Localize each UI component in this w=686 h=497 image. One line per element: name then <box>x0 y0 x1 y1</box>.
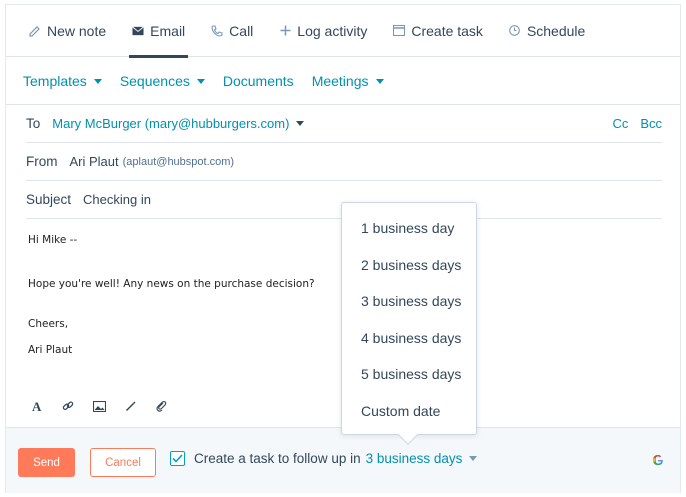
tab-label: Call <box>229 22 254 39</box>
body-signature: Ari Plaut <box>28 344 73 356</box>
to-field: To Mary McBurger (mary@hubburgers.com) C… <box>26 105 662 143</box>
cancel-button[interactable]: Cancel <box>90 448 156 477</box>
dropdown-option[interactable]: 5 business days <box>361 366 461 382</box>
format-toolbar: A <box>30 399 168 413</box>
documents-label: Documents <box>222 73 294 89</box>
cc-bcc-links: Cc Bcc <box>612 116 662 131</box>
recipient-value: Mary McBurger (mary@hubburgers.com) <box>52 116 290 131</box>
follow-up-label: Create a task to follow up in <box>194 451 361 466</box>
dropdown-option[interactable]: 3 business days <box>361 293 461 309</box>
composer-footer: Send Cancel Create a task to follow up i… <box>6 427 680 493</box>
dropdown-option[interactable]: 2 business days <box>361 257 461 273</box>
templates-menu[interactable]: Templates <box>23 73 102 89</box>
sender-email: (aplaut@hubspot.com) <box>122 155 235 168</box>
follow-up-duration-dropdown: 1 business day 2 business days 3 busines… <box>341 202 477 435</box>
pencil-icon <box>29 25 41 37</box>
follow-up-duration-value: 3 business days <box>365 451 463 466</box>
tab-label: Log activity <box>297 22 368 39</box>
send-button[interactable]: Send <box>18 448 75 477</box>
body-signoff: Cheers, <box>28 318 69 330</box>
to-label: To <box>26 116 41 131</box>
signature-icon[interactable] <box>123 399 137 413</box>
dropdown-option[interactable]: 4 business days <box>361 330 461 346</box>
tab-label: New note <box>47 22 107 39</box>
tab-label: Create task <box>411 22 483 39</box>
dropdown-option[interactable]: Custom date <box>361 403 440 419</box>
clock-icon <box>509 25 521 36</box>
body-line: Hope you're well! Any news on the purcha… <box>28 278 315 290</box>
sequences-menu[interactable]: Sequences <box>120 73 205 89</box>
link-icon[interactable] <box>61 399 75 413</box>
bcc-link[interactable]: Bcc <box>640 116 662 131</box>
follow-up-duration-select[interactable]: 3 business days <box>366 451 478 466</box>
tab-label: Email <box>150 22 186 39</box>
tab-new-note[interactable]: New note <box>16 5 119 57</box>
text-format-icon[interactable]: A <box>30 399 44 413</box>
plus-icon <box>279 25 291 36</box>
envelope-icon <box>132 25 144 36</box>
task-icon <box>393 25 406 36</box>
chevron-down-icon <box>93 78 102 84</box>
google-icon[interactable] <box>652 454 664 469</box>
recipient-select[interactable]: Mary McBurger (mary@hubburgers.com) <box>52 116 305 131</box>
attachment-icon[interactable] <box>154 399 168 413</box>
dropdown-option[interactable]: 1 business day <box>361 220 454 236</box>
phone-icon <box>211 24 223 37</box>
templates-label: Templates <box>23 73 87 89</box>
subject-input[interactable]: Checking in <box>83 192 151 207</box>
sender-name: Ari Plaut <box>69 154 119 169</box>
body-greeting: Hi Mike -- <box>28 234 78 246</box>
tab-label: Schedule <box>526 22 586 39</box>
tab-schedule[interactable]: Schedule <box>496 5 598 57</box>
from-label: From <box>26 154 58 169</box>
image-icon[interactable] <box>92 399 106 413</box>
follow-up-checkbox[interactable] <box>170 451 185 466</box>
tab-call[interactable]: Call <box>198 5 266 57</box>
email-toolbar: Templates Sequences Documents Meetings <box>6 58 680 105</box>
tab-create-task[interactable]: Create task <box>380 5 496 57</box>
meetings-label: Meetings <box>311 73 369 89</box>
meetings-menu[interactable]: Meetings <box>312 73 384 89</box>
tab-log-activity[interactable]: Log activity <box>266 5 380 57</box>
cc-link[interactable]: Cc <box>612 116 628 131</box>
chevron-down-icon <box>196 78 205 84</box>
svg-text:A: A <box>32 400 42 412</box>
chevron-down-icon <box>296 121 305 126</box>
follow-up-task-row: Create a task to follow up in 3 business… <box>170 451 478 466</box>
documents-link[interactable]: Documents <box>223 73 294 89</box>
chevron-down-icon <box>469 456 478 461</box>
tab-email[interactable]: Email <box>119 5 198 58</box>
chevron-down-icon <box>375 78 384 84</box>
activity-tabs: New note Email Call Log activity Create … <box>6 5 680 58</box>
sequences-label: Sequences <box>119 73 190 89</box>
subject-label: Subject <box>26 192 72 207</box>
from-field: From Ari Plaut (aplaut@hubspot.com) <box>26 143 662 181</box>
